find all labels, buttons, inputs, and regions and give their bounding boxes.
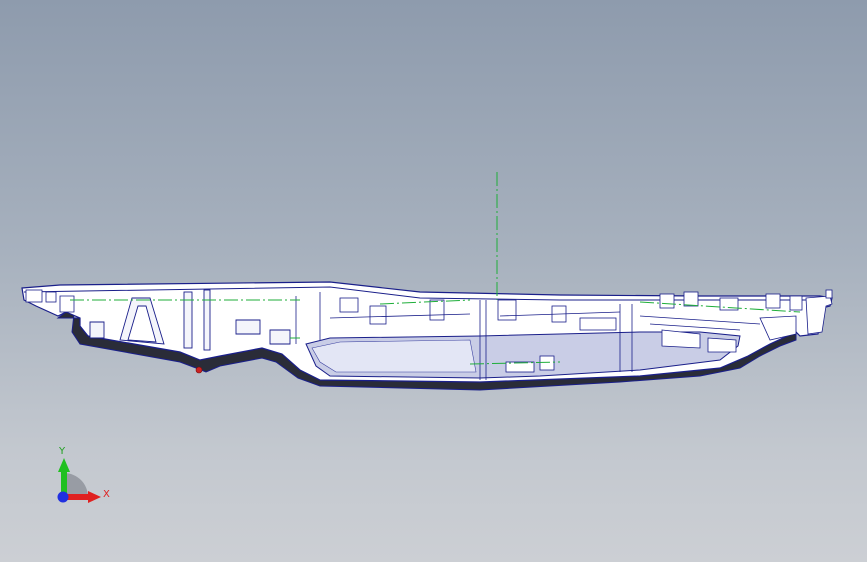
triad-x-label: X — [103, 489, 110, 500]
triad-y-label: Y — [58, 446, 66, 457]
model-inner-cavity-highlight — [311, 339, 477, 373]
triad-z-axis — [57, 491, 69, 503]
coordinate-triad[interactable]: Y X — [57, 446, 111, 503]
model-reference-point[interactable] — [195, 366, 203, 374]
triad-plane-arc — [64, 473, 88, 497]
graphics-viewport[interactable]: Y X — [0, 0, 867, 562]
cad-model-section-view[interactable] — [21, 172, 833, 391]
